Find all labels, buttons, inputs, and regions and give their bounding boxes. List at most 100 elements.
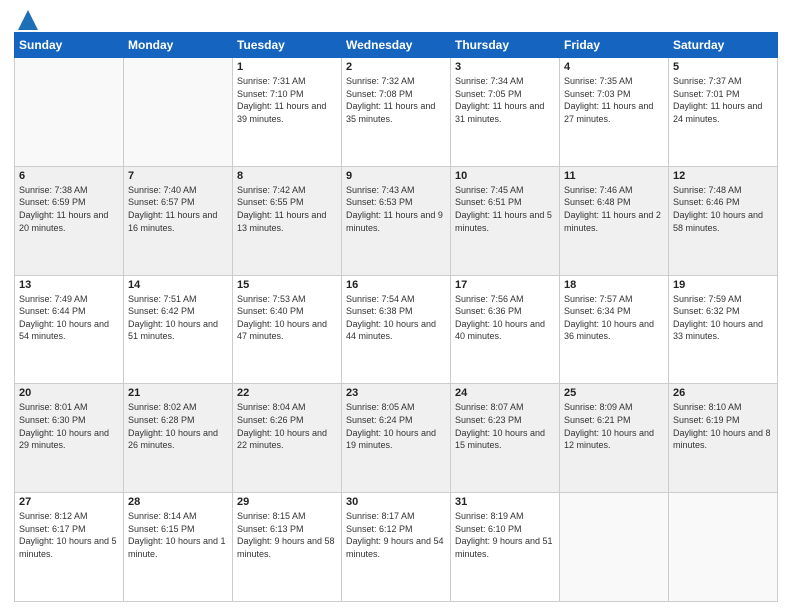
- day-info: Sunrise: 7:53 AM Sunset: 6:40 PM Dayligh…: [237, 293, 337, 343]
- day-number: 15: [237, 279, 337, 291]
- table-row: [560, 493, 669, 602]
- col-thursday: Thursday: [451, 33, 560, 58]
- day-info: Sunrise: 7:40 AM Sunset: 6:57 PM Dayligh…: [128, 184, 228, 234]
- day-number: 3: [455, 61, 555, 73]
- table-row: 3 Sunrise: 7:34 AM Sunset: 7:05 PM Daylig…: [451, 58, 560, 167]
- day-info: Sunrise: 8:10 AM Sunset: 6:19 PM Dayligh…: [673, 401, 773, 451]
- day-info: Sunrise: 8:05 AM Sunset: 6:24 PM Dayligh…: [346, 401, 446, 451]
- day-info: Sunrise: 7:57 AM Sunset: 6:34 PM Dayligh…: [564, 293, 664, 343]
- day-number: 25: [564, 387, 664, 399]
- logo-arrow-icon: [16, 10, 38, 30]
- day-number: 28: [128, 496, 228, 508]
- day-info: Sunrise: 7:34 AM Sunset: 7:05 PM Dayligh…: [455, 75, 555, 125]
- table-row: 18 Sunrise: 7:57 AM Sunset: 6:34 PM Dayli…: [560, 275, 669, 384]
- table-row: 30 Sunrise: 8:17 AM Sunset: 6:12 PM Dayli…: [342, 493, 451, 602]
- day-number: 4: [564, 61, 664, 73]
- table-row: 16Sunrise: 7:54 AM Sunset: 6:38 PM Dayli…: [342, 275, 451, 384]
- logo: [14, 10, 38, 26]
- calendar-header-row: Sunday Monday Tuesday Wednesday Thursday…: [15, 33, 778, 58]
- header: [14, 10, 778, 26]
- day-info: Sunrise: 7:56 AM Sunset: 6:36 PM Dayligh…: [455, 293, 555, 343]
- table-row: 17 Sunrise: 7:56 AM Sunset: 6:36 PM Dayli…: [451, 275, 560, 384]
- day-info: Sunrise: 8:02 AM Sunset: 6:28 PM Dayligh…: [128, 401, 228, 451]
- table-row: 2 Sunrise: 7:32 AM Sunset: 7:08 PM Daylig…: [342, 58, 451, 167]
- col-sunday: Sunday: [15, 33, 124, 58]
- day-info: Sunrise: 7:37 AM Sunset: 7:01 PM Dayligh…: [673, 75, 773, 125]
- day-info: Sunrise: 7:46 AM Sunset: 6:48 PM Dayligh…: [564, 184, 664, 234]
- col-friday: Friday: [560, 33, 669, 58]
- day-number: 2: [346, 61, 446, 73]
- day-info: Sunrise: 7:35 AM Sunset: 7:03 PM Dayligh…: [564, 75, 664, 125]
- day-info: Sunrise: 8:12 AM Sunset: 6:17 PM Dayligh…: [19, 510, 119, 560]
- table-row: 21 Sunrise: 8:02 AM Sunset: 6:28 PM Dayli…: [124, 384, 233, 493]
- day-info: Sunrise: 8:15 AM Sunset: 6:13 PM Dayligh…: [237, 510, 337, 560]
- day-info: Sunrise: 7:31 AM Sunset: 7:10 PM Dayligh…: [237, 75, 337, 125]
- calendar-page: Sunday Monday Tuesday Wednesday Thursday…: [0, 0, 792, 612]
- day-info: Sunrise: 7:59 AM Sunset: 6:32 PM Dayligh…: [673, 293, 773, 343]
- day-info: Sunrise: 8:19 AM Sunset: 6:10 PM Dayligh…: [455, 510, 555, 560]
- day-info: Sunrise: 8:07 AM Sunset: 6:23 PM Dayligh…: [455, 401, 555, 451]
- table-row: [124, 58, 233, 167]
- col-tuesday: Tuesday: [233, 33, 342, 58]
- day-info: Sunrise: 8:04 AM Sunset: 6:26 PM Dayligh…: [237, 401, 337, 451]
- day-number: 24: [455, 387, 555, 399]
- day-number: 11: [564, 170, 664, 182]
- day-info: Sunrise: 8:17 AM Sunset: 6:12 PM Dayligh…: [346, 510, 446, 560]
- table-row: 14Sunrise: 7:51 AM Sunset: 6:42 PM Dayli…: [124, 275, 233, 384]
- day-number: 30: [346, 496, 446, 508]
- table-row: 1Sunrise: 7:31 AM Sunset: 7:10 PM Daylig…: [233, 58, 342, 167]
- day-number: 13: [19, 279, 119, 291]
- table-row: 29 Sunrise: 8:15 AM Sunset: 6:13 PM Dayli…: [233, 493, 342, 602]
- table-row: 27 Sunrise: 8:12 AM Sunset: 6:17 PM Dayli…: [15, 493, 124, 602]
- table-row: 10 Sunrise: 7:45 AM Sunset: 6:51 PM Dayli…: [451, 166, 560, 275]
- day-info: Sunrise: 7:49 AM Sunset: 6:44 PM Dayligh…: [19, 293, 119, 343]
- day-number: 9: [346, 170, 446, 182]
- day-info: Sunrise: 8:14 AM Sunset: 6:15 PM Dayligh…: [128, 510, 228, 560]
- table-row: 6 Sunrise: 7:38 AM Sunset: 6:59 PM Daylig…: [15, 166, 124, 275]
- day-info: Sunrise: 7:32 AM Sunset: 7:08 PM Dayligh…: [346, 75, 446, 125]
- table-row: 28 Sunrise: 8:14 AM Sunset: 6:15 PM Dayli…: [124, 493, 233, 602]
- day-number: 22: [237, 387, 337, 399]
- day-number: 29: [237, 496, 337, 508]
- day-number: 5: [673, 61, 773, 73]
- table-row: 15 Sunrise: 7:53 AM Sunset: 6:40 PM Dayli…: [233, 275, 342, 384]
- day-number: 7: [128, 170, 228, 182]
- day-info: Sunrise: 8:01 AM Sunset: 6:30 PM Dayligh…: [19, 401, 119, 451]
- col-wednesday: Wednesday: [342, 33, 451, 58]
- col-saturday: Saturday: [669, 33, 778, 58]
- table-row: 20 Sunrise: 8:01 AM Sunset: 6:30 PM Dayli…: [15, 384, 124, 493]
- day-number: 20: [19, 387, 119, 399]
- day-number: 18: [564, 279, 664, 291]
- day-number: 12: [673, 170, 773, 182]
- day-number: 31: [455, 496, 555, 508]
- day-info: Sunrise: 7:48 AM Sunset: 6:46 PM Dayligh…: [673, 184, 773, 234]
- table-row: 24 Sunrise: 8:07 AM Sunset: 6:23 PM Dayli…: [451, 384, 560, 493]
- day-number: 8: [237, 170, 337, 182]
- table-row: 13 Sunrise: 7:49 AM Sunset: 6:44 PM Dayli…: [15, 275, 124, 384]
- day-number: 26: [673, 387, 773, 399]
- day-number: 19: [673, 279, 773, 291]
- table-row: 4 Sunrise: 7:35 AM Sunset: 7:03 PM Daylig…: [560, 58, 669, 167]
- table-row: 19 Sunrise: 7:59 AM Sunset: 6:32 PM Dayli…: [669, 275, 778, 384]
- table-row: 26 Sunrise: 8:10 AM Sunset: 6:19 PM Dayli…: [669, 384, 778, 493]
- col-monday: Monday: [124, 33, 233, 58]
- table-row: 7 Sunrise: 7:40 AM Sunset: 6:57 PM Daylig…: [124, 166, 233, 275]
- day-info: Sunrise: 7:45 AM Sunset: 6:51 PM Dayligh…: [455, 184, 555, 234]
- day-number: 27: [19, 496, 119, 508]
- table-row: 8 Sunrise: 7:42 AM Sunset: 6:55 PM Daylig…: [233, 166, 342, 275]
- table-row: 25 Sunrise: 8:09 AM Sunset: 6:21 PM Dayli…: [560, 384, 669, 493]
- table-row: 5 Sunrise: 7:37 AM Sunset: 7:01 PM Daylig…: [669, 58, 778, 167]
- day-number: 14: [128, 279, 228, 291]
- day-number: 6: [19, 170, 119, 182]
- day-info: Sunrise: 7:42 AM Sunset: 6:55 PM Dayligh…: [237, 184, 337, 234]
- day-info: Sunrise: 7:38 AM Sunset: 6:59 PM Dayligh…: [19, 184, 119, 234]
- day-number: 16: [346, 279, 446, 291]
- day-number: 21: [128, 387, 228, 399]
- table-row: 22 Sunrise: 8:04 AM Sunset: 6:26 PM Dayli…: [233, 384, 342, 493]
- day-number: 17: [455, 279, 555, 291]
- day-info: Sunrise: 8:09 AM Sunset: 6:21 PM Dayligh…: [564, 401, 664, 451]
- table-row: 31 Sunrise: 8:19 AM Sunset: 6:10 PM Dayli…: [451, 493, 560, 602]
- day-number: 10: [455, 170, 555, 182]
- table-row: [15, 58, 124, 167]
- table-row: 12 Sunrise: 7:48 AM Sunset: 6:46 PM Dayli…: [669, 166, 778, 275]
